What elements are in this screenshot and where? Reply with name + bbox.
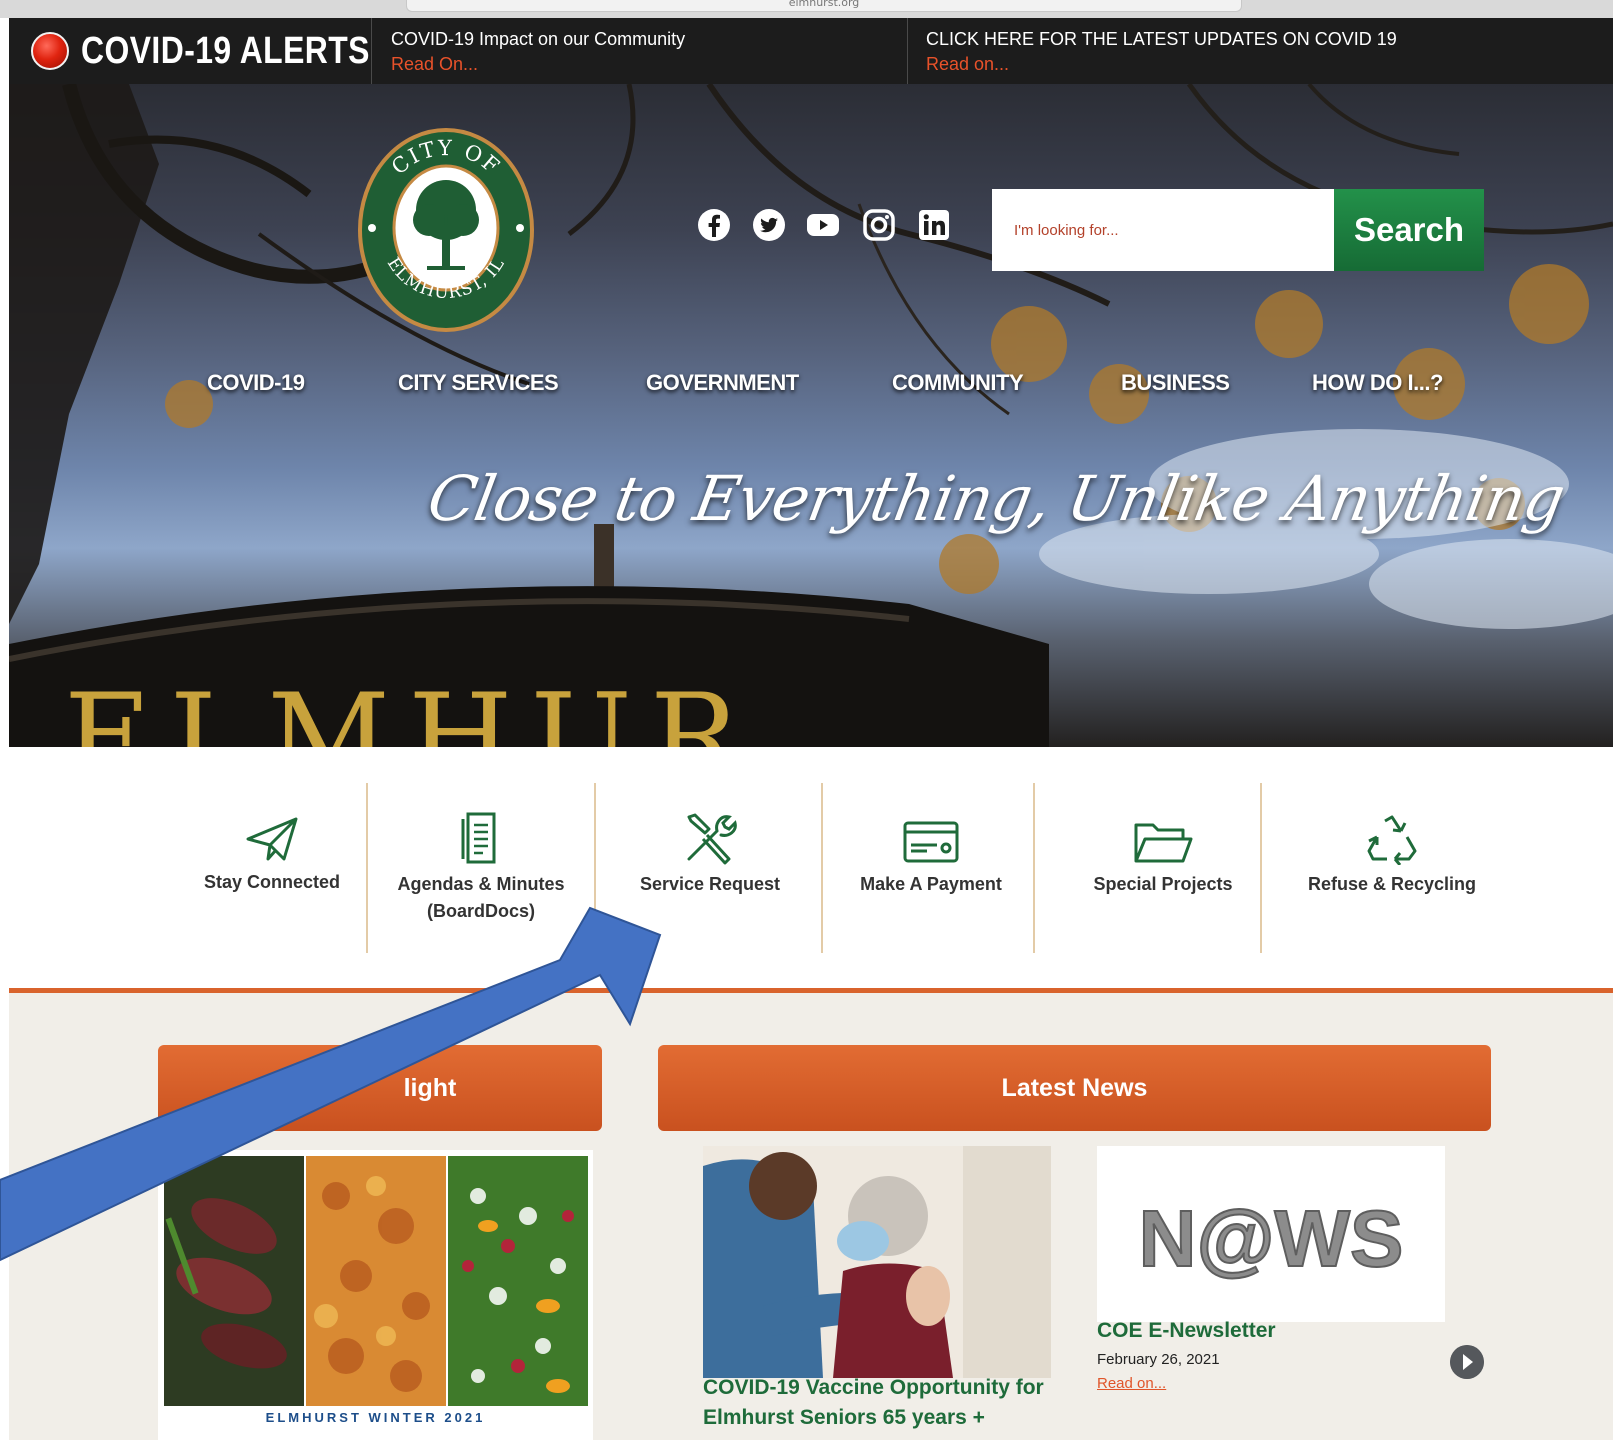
alert-divider bbox=[371, 18, 372, 84]
linkedin-icon[interactable] bbox=[917, 208, 951, 242]
content-section: light Latest News ELMHURST WINTER 2021 C… bbox=[9, 993, 1613, 1440]
food-photo-salad bbox=[448, 1156, 588, 1406]
quick-link-divider bbox=[1033, 783, 1035, 953]
quick-link-divider bbox=[821, 783, 823, 953]
alert-item-text: CLICK HERE FOR THE LATEST UPDATES ON COV… bbox=[926, 29, 1397, 49]
alert-dot-icon bbox=[31, 32, 69, 70]
alert-item-text: COVID-19 Impact on our Community bbox=[391, 29, 686, 49]
quick-link-label: Special Projects bbox=[1093, 874, 1233, 894]
alert-item-1[interactable]: COVID-19 Impact on our Community Read On… bbox=[391, 27, 685, 77]
search-input[interactable] bbox=[992, 189, 1334, 271]
nav-business[interactable]: BUSINESS bbox=[1121, 370, 1230, 396]
quick-link-label: Service Request bbox=[639, 874, 781, 894]
folder-icon bbox=[1134, 823, 1193, 863]
news-item-title-link[interactable]: COE E-Newsletter bbox=[1097, 1319, 1276, 1343]
spotlight-header[interactable]: light bbox=[158, 1045, 602, 1131]
quick-link-service-request[interactable]: Service Request bbox=[625, 811, 795, 898]
youtube-icon[interactable] bbox=[806, 208, 840, 242]
food-photo-pizza bbox=[306, 1156, 446, 1406]
quick-links-bar: Stay Connected Agendas & Minutes (BoardD… bbox=[9, 747, 1613, 987]
quick-link-agendas-minutes[interactable]: Agendas & Minutes (BoardDocs) bbox=[391, 811, 571, 925]
nav-city-services[interactable]: CITY SERVICES bbox=[398, 370, 559, 396]
search-button[interactable]: Search bbox=[1334, 189, 1484, 271]
sign-lettering: ELMHUR bbox=[64, 669, 758, 747]
alert-read-on-link[interactable]: Read on... bbox=[926, 52, 1397, 77]
nav-covid-19[interactable]: COVID-19 bbox=[207, 370, 305, 396]
spotlight-card[interactable]: ELMHURST WINTER 2021 bbox=[158, 1150, 593, 1440]
recycle-icon bbox=[1367, 815, 1417, 865]
quick-link-label: Stay Connected bbox=[203, 872, 341, 892]
instagram-icon[interactable] bbox=[862, 208, 896, 242]
twitter-icon[interactable] bbox=[752, 208, 786, 242]
browser-chrome: elmhurst.org bbox=[0, 0, 1613, 18]
quick-link-divider bbox=[594, 783, 596, 953]
alert-read-on-link[interactable]: Read On... bbox=[391, 52, 685, 77]
alert-divider bbox=[907, 18, 908, 84]
news-logo-text: N@WS bbox=[1139, 1194, 1404, 1283]
quick-link-label: Agendas & Minutes bbox=[397, 874, 565, 894]
carousel-next-icon[interactable] bbox=[1450, 1345, 1484, 1379]
quick-link-make-a-payment[interactable]: Make A Payment bbox=[846, 819, 1016, 898]
news-logo-image[interactable]: N@WS bbox=[1097, 1146, 1445, 1322]
spotlight-header-label: light bbox=[403, 1074, 457, 1102]
quick-link-refuse-recycling[interactable]: Refuse & Recycling bbox=[1292, 815, 1492, 898]
alert-title: COVID-19 ALERTS bbox=[81, 30, 370, 72]
hero-background-image: ELMHUR bbox=[9, 84, 1613, 747]
tools-icon bbox=[687, 813, 737, 865]
quick-link-divider bbox=[366, 783, 368, 953]
news-item-title-link[interactable]: COVID-19 Vaccine Opportunity for Elmhurs… bbox=[703, 1373, 1063, 1433]
paper-plane-icon bbox=[246, 817, 298, 861]
facebook-icon[interactable] bbox=[697, 208, 731, 242]
quick-link-label: Refuse & Recycling bbox=[1307, 874, 1477, 894]
news-item-date: February 26, 2021 bbox=[1097, 1351, 1220, 1368]
spotlight-caption: ELMHURST WINTER 2021 bbox=[265, 1410, 486, 1425]
payment-card-icon bbox=[903, 821, 959, 863]
quick-link-label: Make A Payment bbox=[860, 874, 1002, 894]
city-logo[interactable]: CITY OF ELMHURST, IL bbox=[357, 128, 535, 332]
quick-link-sublabel: (BoardDocs) bbox=[426, 901, 535, 921]
address-bar[interactable]: elmhurst.org bbox=[406, 0, 1242, 12]
hero-tagline: Close to Everything, Unlike Anything bbox=[422, 462, 1570, 535]
document-icon bbox=[461, 812, 496, 864]
food-photo-steak bbox=[164, 1156, 304, 1406]
nav-community[interactable]: COMMUNITY bbox=[892, 370, 1024, 396]
alert-item-2[interactable]: CLICK HERE FOR THE LATEST UPDATES ON COV… bbox=[926, 27, 1397, 77]
news-photo-vaccine[interactable] bbox=[703, 1146, 1051, 1378]
covid-alert-bar: COVID-19 ALERTS COVID-19 Impact on our C… bbox=[9, 18, 1613, 84]
latest-news-header[interactable]: Latest News bbox=[658, 1045, 1491, 1131]
quick-link-special-projects[interactable]: Special Projects bbox=[1078, 819, 1248, 898]
quick-link-divider bbox=[1260, 783, 1262, 953]
quick-link-stay-connected[interactable]: Stay Connected bbox=[192, 815, 352, 896]
page: elmhurst.org COVID-19 ALERTS COVID-19 Im… bbox=[0, 0, 1613, 1440]
hero-banner: ELMHUR CITY OF ELMHURST, IL I'm looking … bbox=[9, 84, 1613, 747]
nav-how-do-i[interactable]: HOW DO I...? bbox=[1312, 370, 1443, 396]
news-read-on-link[interactable]: Read on... bbox=[1097, 1375, 1166, 1392]
nav-government[interactable]: GOVERNMENT bbox=[646, 370, 799, 396]
